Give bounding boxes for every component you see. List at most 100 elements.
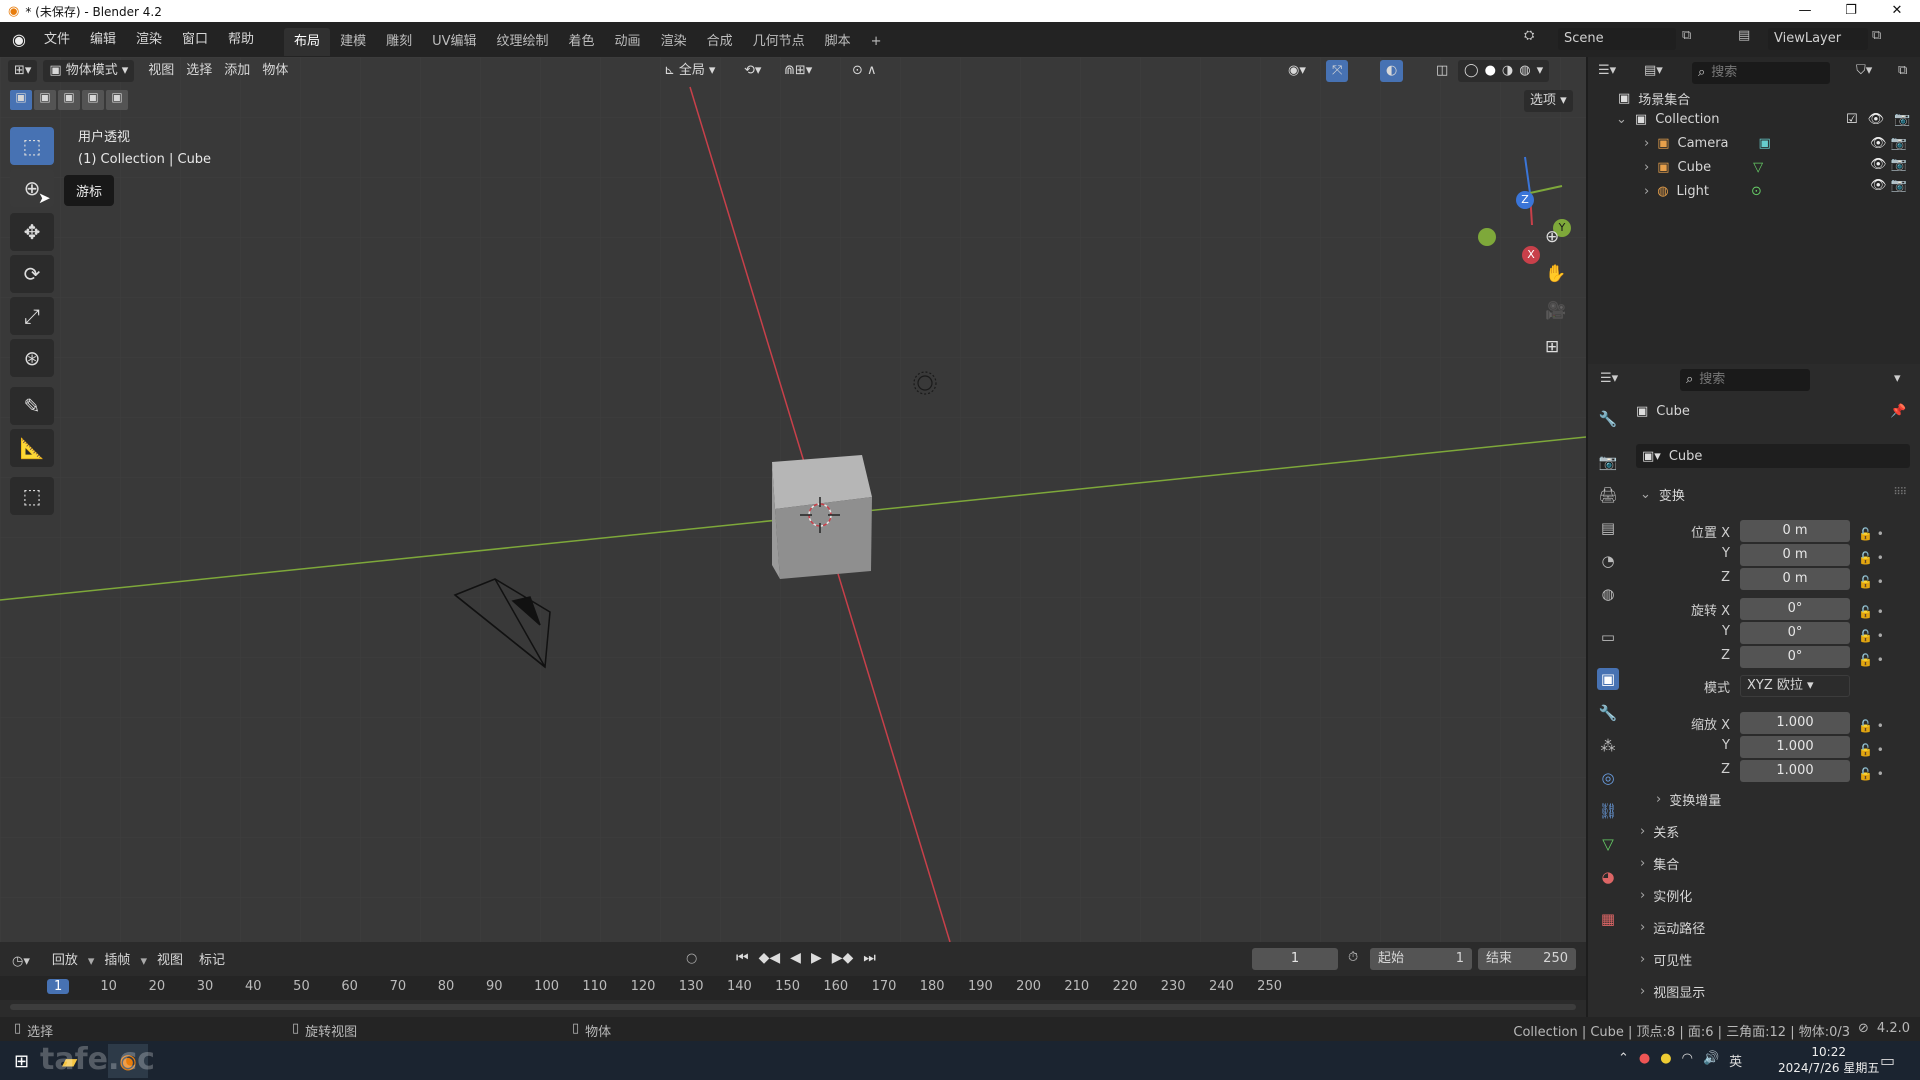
physics-props-icon[interactable]: ◎ [1597, 767, 1619, 789]
scene-field[interactable]: Scene [1558, 28, 1676, 50]
menu-add[interactable]: 添加 [218, 60, 256, 82]
select-new-icon[interactable]: ▣ [10, 90, 32, 110]
timeline-scrollbar[interactable] [10, 1004, 1576, 1010]
cube-object[interactable] [772, 455, 872, 579]
tab-animation[interactable]: 动画 [605, 28, 651, 56]
new-collection-icon[interactable]: ⧉ [1898, 63, 1907, 78]
wireframe-shading-icon[interactable]: ◯ [1464, 60, 1479, 82]
rotate-tool[interactable]: ⟳ [10, 255, 54, 293]
tab-compositing[interactable]: 合成 [697, 28, 743, 56]
next-keyframe-icon[interactable]: ▶◆ [832, 950, 854, 966]
scale-z-field[interactable]: 1.000 [1740, 760, 1850, 782]
menu-edit[interactable]: 编辑 [80, 28, 126, 52]
menu-timeline-view[interactable]: 视图 [151, 950, 189, 972]
eye-icon[interactable]: 👁 📷 [1870, 157, 1907, 172]
menu-help[interactable]: 帮助 [218, 28, 264, 52]
material-shading-icon[interactable]: ◑ [1502, 60, 1513, 82]
wifi-icon[interactable]: ◠ [1682, 1051, 1693, 1070]
location-y-field[interactable]: 0 m [1740, 544, 1850, 566]
gizmo-toggle-icon[interactable]: ⤧ [1326, 60, 1349, 82]
3d-viewport[interactable]: ⊞▾ ▣ 物体模式 ▾ 视图 选择 添加 物体 ⊾ 全局 ▾ ⟲▾ ⋒⊞▾ ⊙ … [0, 57, 1586, 942]
lock-icon[interactable]: 🔓 • [1858, 714, 1884, 738]
pan-hand-icon[interactable]: ✋ [1545, 264, 1566, 284]
maximize-button[interactable]: ❐ [1828, 0, 1874, 22]
chevron-down-icon[interactable]: ▾ [1537, 60, 1544, 82]
editor-type-icon[interactable]: ⊞▾ [8, 60, 38, 82]
tab-geometry-nodes[interactable]: 几何节点 [743, 28, 815, 56]
jump-end-icon[interactable]: ⏭ [863, 950, 876, 966]
drag-handle-icon[interactable]: ⠿⠿ [1893, 487, 1907, 498]
properties-editor-icon[interactable]: ☰▾ [1600, 371, 1618, 386]
menu-file[interactable]: 文件 [34, 28, 80, 52]
tab-scripting[interactable]: 脚本 [815, 28, 861, 56]
rotation-x-field[interactable]: 0° [1740, 598, 1850, 620]
annotate-tool[interactable]: ✎ [10, 387, 54, 425]
menu-window[interactable]: 窗口 [172, 28, 218, 52]
camera-render-icon[interactable]: 📷 [1894, 112, 1910, 127]
tab-modeling[interactable]: 建模 [330, 28, 376, 56]
eye-icon[interactable]: 👁 📷 [1870, 136, 1907, 151]
lock-icon[interactable]: 🔓 • [1858, 648, 1884, 672]
stopwatch-icon[interactable]: ⏱ [1348, 950, 1358, 965]
visibility-icon[interactable]: ◉▾ [1282, 60, 1312, 82]
checkbox-icon[interactable]: ☑ [1846, 112, 1858, 127]
xray-icon[interactable]: ◫ [1430, 60, 1454, 82]
lock-icon[interactable]: 🔓 • [1858, 546, 1884, 570]
output-props-icon[interactable]: 🖨 [1597, 484, 1619, 506]
scene-props-icon[interactable]: ◔ [1597, 550, 1619, 572]
ortho-toggle-icon[interactable]: ⊞ [1545, 337, 1559, 357]
object-props-icon[interactable]: ▣ [1597, 668, 1619, 690]
scale-tool[interactable]: ⤢ [10, 297, 54, 335]
select-extend-icon[interactable]: ▣ [34, 90, 56, 110]
tab-shading[interactable]: 着色 [559, 28, 605, 56]
minimize-button[interactable]: — [1782, 0, 1828, 22]
blender-menu-icon[interactable]: ◉ [12, 30, 26, 49]
input-language[interactable]: 英 [1729, 1051, 1742, 1070]
start-button-icon[interactable]: ⊞ [14, 1051, 29, 1072]
display-mode-icon[interactable]: ▤▾ [1644, 63, 1663, 78]
object-datablock-field[interactable]: ▣▾ Cube [1636, 444, 1910, 468]
menu-select[interactable]: 选择 [180, 60, 218, 82]
tray-app-icon[interactable]: ● [1660, 1051, 1671, 1070]
lock-icon[interactable]: 🔓 • [1858, 738, 1884, 762]
current-frame-field[interactable]: 1 [1252, 948, 1338, 970]
panel-collections[interactable]: › 集合 [1640, 854, 1679, 873]
options-dropdown[interactable]: 选项 ▾ [1524, 90, 1573, 112]
start-frame-field[interactable]: 起始 1 [1370, 948, 1472, 970]
current-frame-marker[interactable]: 1 [47, 979, 70, 994]
add-workspace-button[interactable]: + [861, 28, 892, 56]
modifier-props-icon[interactable]: 🔧 [1597, 702, 1619, 724]
new-view-layer-icon[interactable]: ⧉ [1872, 28, 1881, 43]
shading-modes[interactable]: ◯ ● ◑ ◍ ▾ [1458, 60, 1550, 82]
collection-row[interactable]: ⌄ ▣ Collection [1616, 112, 1720, 127]
zoom-icon[interactable]: ⊕ [1545, 227, 1559, 247]
select-subtract-icon[interactable]: ▣ [58, 90, 80, 110]
scale-x-field[interactable]: 1.000 [1740, 712, 1850, 734]
clock[interactable]: 10:22 2024/7/26 星期五 [1778, 1044, 1879, 1076]
constraints-props-icon[interactable]: ⛓ [1597, 800, 1619, 822]
view-layer-props-icon[interactable]: ▤ [1597, 517, 1619, 539]
prev-keyframe-icon[interactable]: ◆◀ [759, 950, 781, 966]
rotation-z-field[interactable]: 0° [1740, 646, 1850, 668]
scene-collection-row[interactable]: ▣ 场景集合 [1618, 89, 1690, 108]
rotation-mode-dropdown[interactable]: XYZ 欧拉 ▾ [1740, 675, 1850, 697]
panel-viewport-display[interactable]: › 视图显示 [1640, 982, 1705, 1001]
world-props-icon[interactable]: ◍ [1597, 583, 1619, 605]
view-layer-icon[interactable]: ▤ [1738, 28, 1750, 43]
volume-icon[interactable]: 🔊 [1703, 1051, 1719, 1070]
transform-tool[interactable]: ⊛ [10, 339, 54, 377]
menu-playback[interactable]: 回放 [46, 950, 84, 972]
transform-panel-header[interactable]: ⌄ 变换 [1640, 485, 1685, 504]
transform-orientation-dropdown[interactable]: ⊾ 全局 ▾ [658, 60, 721, 82]
lock-icon[interactable]: 🔓 • [1858, 762, 1884, 786]
camera-view-icon[interactable]: 🎥 [1545, 301, 1566, 321]
snap-icon[interactable]: ⋒⊞▾ [778, 60, 818, 82]
add-cube-tool[interactable]: ⬚ [10, 477, 54, 515]
tray-app-icon[interactable]: ● [1639, 1051, 1650, 1070]
panel-visibility[interactable]: › 可见性 [1640, 950, 1692, 969]
proportional-edit-icon[interactable]: ⊙ ∧ [846, 60, 883, 82]
close-button[interactable]: ✕ [1874, 0, 1920, 22]
panel-relations[interactable]: › 关系 [1640, 822, 1679, 841]
panel-instancing[interactable]: › 实例化 [1640, 886, 1692, 905]
select-intersect-icon[interactable]: ▣ [106, 90, 128, 110]
